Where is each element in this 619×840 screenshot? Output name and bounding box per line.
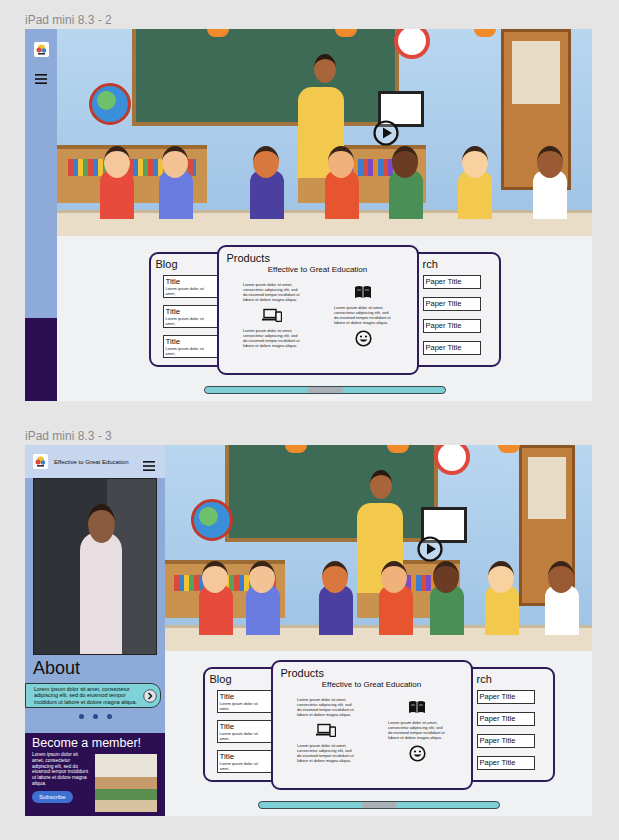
paper-item: Paper Title — [477, 756, 535, 770]
sidebar-top — [25, 29, 57, 318]
tagline: Effective to Great Education — [54, 459, 137, 465]
frame-label: iPad mini 8.3 - 2 — [25, 11, 619, 29]
member-title: Become a member! — [32, 736, 158, 751]
book-icon — [354, 285, 372, 299]
smiley-icon — [409, 745, 426, 762]
paper-item: Paper Title — [477, 712, 535, 726]
smiley-icon — [355, 330, 372, 347]
products-card[interactable]: ProductsEffective to Great Education Lore… — [271, 660, 473, 790]
side-panel: Effective to Great Education About Lorem i… — [25, 445, 165, 816]
devices-icon — [262, 308, 282, 322]
globe — [191, 499, 233, 541]
play-icon[interactable] — [417, 536, 443, 562]
member-text: Lorem ipsum dolor sit amet, consectetur … — [32, 752, 90, 787]
blog-item-text: Lorem ipsum dolor sit amet, — [220, 731, 264, 741]
member-panel: Become a member!Lorem ipsum dolor sit am… — [25, 733, 165, 816]
globe — [89, 83, 131, 125]
products-title: Products — [281, 667, 463, 679]
blog-item-text: Lorem ipsum dolor sit amet, — [166, 316, 210, 326]
about-card[interactable]: Lorem ipsum dolor sit amet, consectetur … — [25, 683, 161, 708]
photo-figure — [80, 532, 121, 655]
play-icon[interactable] — [373, 120, 399, 146]
research-title: rch — [423, 258, 499, 272]
research-list: Paper Title Paper Title Paper Title Paper T… — [477, 690, 553, 770]
products-card[interactable]: ProductsEffective to Great Education Lore… — [217, 245, 419, 375]
feature-text: Lorem ipsum dolor sit amet, consectetur … — [334, 305, 392, 325]
member-left: Lorem ipsum dolor sit amet, consectetur … — [32, 752, 90, 803]
student-head — [104, 146, 130, 178]
paper-item: Paper Title — [423, 319, 481, 333]
paper-item: Paper Title — [477, 690, 535, 704]
ipad-frame: Effective to Great Education About Lorem i… — [25, 445, 592, 816]
paper-item: Paper Title — [423, 297, 481, 311]
feature-text: Lorem ipsum dolor sit amet, consectetur … — [297, 697, 355, 717]
chalkboard — [225, 445, 439, 542]
menu-icon[interactable] — [143, 457, 155, 467]
feature-text: Lorem ipsum dolor sit amet, consectetur … — [243, 282, 301, 302]
scrollbar-thumb[interactable] — [361, 802, 397, 808]
ipad-frame: BlogTitleLorem ipsum dolor sit amet,Titl… — [25, 29, 592, 401]
blog-item-text: Lorem ipsum dolor sit amet, — [166, 286, 210, 296]
door-window — [528, 457, 566, 519]
horizontal-scrollbar[interactable] — [204, 386, 446, 394]
horizontal-scrollbar[interactable] — [258, 801, 500, 809]
frame-label: iPad mini 8.3 - 3 — [25, 427, 619, 445]
products-subtitle: Effective to Great Education — [281, 680, 463, 689]
content-cards: BlogTitleLorem ipsum dolor sit amet,Titl… — [149, 245, 501, 377]
main-area: BlogTitleLorem ipsum dolor sit amet,Titl… — [57, 29, 592, 401]
about-title: About — [33, 657, 165, 679]
carousel-dot[interactable] — [93, 714, 98, 719]
products-features: Lorem ipsum dolor sit amet, consectetur … — [227, 282, 409, 348]
classroom-photo — [95, 754, 157, 812]
logo-icon[interactable] — [33, 454, 48, 469]
content-cards: BlogTitleLorem ipsum dolor sit amet,Titl… — [203, 660, 555, 792]
sidebar — [25, 29, 57, 401]
logo-icon[interactable] — [34, 42, 49, 57]
carousel-dots — [25, 714, 165, 719]
paper-item: Paper Title — [423, 341, 481, 355]
student-head — [537, 146, 563, 178]
subscribe-button[interactable]: Subscribe — [32, 791, 73, 803]
blog-item-text: Lorem ipsum dolor sit amet, — [220, 701, 264, 711]
feature-text: Lorem ipsum dolor sit amet, consectetur … — [388, 720, 446, 740]
carousel-dot[interactable] — [79, 714, 84, 719]
student-head — [433, 561, 459, 593]
student-head — [462, 146, 488, 178]
paper-item: Paper Title — [423, 275, 481, 289]
scrollbar-thumb[interactable] — [307, 387, 343, 393]
sidebar-footer — [25, 318, 57, 401]
menu-icon[interactable] — [35, 70, 47, 80]
products-subtitle: Effective to Great Education — [227, 265, 409, 274]
main-area: BlogTitleLorem ipsum dolor sit amet,Titl… — [165, 445, 592, 816]
research-list: Paper Title Paper Title Paper Title Paper T… — [423, 275, 499, 355]
feature-text: Lorem ipsum dolor sit amet, consectetur … — [243, 328, 301, 348]
carousel-dot[interactable] — [107, 714, 112, 719]
paper-item: Paper Title — [477, 734, 535, 748]
teacher-head — [370, 470, 392, 499]
student-head — [322, 561, 348, 593]
classroom-illustration — [165, 445, 592, 651]
products-title: Products — [227, 252, 409, 264]
classroom-illustration — [57, 29, 592, 236]
devices-icon — [316, 723, 336, 737]
blog-item-text: Lorem ipsum dolor sit amet, — [166, 346, 210, 356]
chalkboard — [132, 29, 400, 126]
arrow-right-icon[interactable] — [143, 689, 157, 703]
member-row: Lorem ipsum dolor sit amet, consectetur … — [32, 752, 158, 812]
side-header: Effective to Great Education — [25, 445, 165, 478]
photo-face — [88, 504, 115, 543]
door-window — [512, 41, 560, 103]
student-photo — [33, 478, 157, 655]
products-features: Lorem ipsum dolor sit amet, consectetur … — [281, 697, 463, 763]
about-text: Lorem ipsum dolor sit amet, consectetur … — [34, 686, 140, 705]
teacher-head — [314, 54, 336, 83]
research-title: rch — [477, 673, 553, 687]
feature-text: Lorem ipsum dolor sit amet, consectetur … — [297, 743, 355, 763]
blog-item-text: Lorem ipsum dolor sit amet, — [220, 761, 264, 771]
book-icon — [408, 700, 426, 714]
